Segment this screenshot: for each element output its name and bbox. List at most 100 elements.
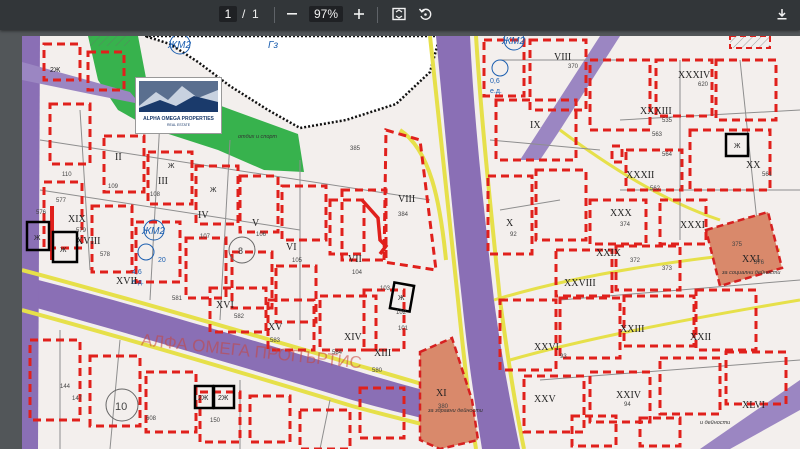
- lot-number: 581: [172, 296, 183, 302]
- density-note: е.д.: [490, 88, 502, 95]
- building-mark: 2Ж: [218, 395, 229, 402]
- lot-number: 107: [200, 234, 211, 240]
- lot-number: 563: [652, 132, 663, 138]
- fit-to-page-button[interactable]: [389, 4, 409, 24]
- lot-circle-number: 8: [238, 246, 243, 256]
- lot-number: 577: [56, 198, 67, 204]
- lot-number: 583: [270, 338, 281, 344]
- block-label: XXVIII: [564, 278, 596, 289]
- page-separator: /: [242, 7, 246, 21]
- block-label: VI: [286, 242, 297, 253]
- block-label: V: [252, 218, 260, 229]
- rotate-icon: [418, 8, 432, 20]
- page-total: 1: [252, 7, 259, 21]
- page-number-input[interactable]: 1: [219, 6, 237, 22]
- lot-number: 92: [510, 232, 517, 238]
- plus-icon: [354, 9, 364, 19]
- block-label: IV: [198, 210, 209, 221]
- block-label: XXVI: [534, 342, 559, 353]
- lot-number: 94: [624, 402, 631, 408]
- lot-number: 608: [146, 416, 157, 422]
- lot-number: 103: [380, 286, 391, 292]
- lot-number: 110: [62, 172, 72, 178]
- block-label: VII: [348, 254, 362, 265]
- zoom-out-button[interactable]: [282, 4, 302, 24]
- lot-number: 147: [72, 396, 83, 402]
- mountain-logo-icon: [139, 81, 218, 112]
- block-label: XXIX: [596, 248, 622, 259]
- lot-circle-number: 10: [115, 401, 127, 413]
- toolbar-divider: [274, 7, 275, 23]
- lot-number: 584: [332, 350, 343, 356]
- block-label: XXV: [534, 394, 556, 405]
- building-mark: Ж: [398, 295, 405, 302]
- block-label: XVI: [216, 300, 234, 311]
- block-label: XVII: [116, 276, 137, 287]
- lot-number: 562: [650, 186, 661, 192]
- building-mark: 2Ж: [198, 395, 209, 402]
- toolbar-divider: [377, 7, 378, 23]
- block-label: XXIII: [620, 324, 644, 335]
- lot-number: 102: [396, 310, 407, 316]
- block-label: X: [506, 218, 514, 229]
- building-mark: Ж: [168, 163, 175, 170]
- building-mark: Ж: [734, 143, 741, 150]
- lot-number: 101: [398, 326, 409, 332]
- lot-number: 620: [698, 82, 709, 88]
- lot-number: 150: [210, 418, 221, 424]
- lot-number: 93: [560, 354, 567, 360]
- lot-number: 376: [754, 260, 765, 266]
- building-mark: Ж: [210, 187, 217, 194]
- block-label: XXII: [690, 332, 711, 343]
- block-label: XIV: [344, 332, 363, 343]
- lot-number: 576: [36, 210, 47, 216]
- download-button[interactable]: [772, 4, 792, 24]
- lot-number: 104: [352, 270, 363, 276]
- block-label: XIX: [68, 214, 87, 225]
- block-label: XXXI: [680, 220, 705, 231]
- block-label: XLVI: [742, 400, 765, 411]
- lot-number: 144: [60, 384, 71, 390]
- density-note: 0,6: [490, 78, 500, 85]
- logo-subtitle: REAL ESTATE: [166, 123, 191, 127]
- lot-number: 564: [662, 152, 673, 158]
- lot-number: 373: [662, 266, 673, 272]
- minus-icon: [287, 13, 297, 15]
- lot-number: 370: [568, 64, 579, 70]
- block-label: XI: [436, 388, 447, 399]
- density-note: 20: [158, 257, 166, 264]
- lot-number: 374: [620, 222, 631, 228]
- zone-label: Гз: [268, 40, 278, 51]
- block-label: XVIII: [76, 236, 100, 247]
- park-note: отдих и спорт: [238, 134, 277, 140]
- block-label: XV: [268, 322, 283, 333]
- lot-number: 580: [372, 368, 383, 374]
- block-label: III: [158, 176, 168, 187]
- lot-purpose-note: за здравни дейности: [427, 407, 483, 414]
- cadastral-map-page[interactable]: АЛФА ОМЕГА ПРОПЪРТИС ЖМ2 ЖМ2 ЖМ2 Гз 0,6 …: [22, 36, 800, 449]
- agency-logo: ALPHA OMEGA PROPERTIES REAL ESTATE: [135, 77, 222, 134]
- block-label: XX: [746, 160, 761, 171]
- lot-number: 109: [108, 184, 119, 190]
- block-label: IX: [530, 120, 541, 131]
- lot-number: 535: [662, 118, 673, 124]
- pdf-toolbar: 1 / 1 97%: [0, 0, 800, 30]
- lot-number: 375: [732, 242, 743, 248]
- density-note: 4,6: [132, 269, 142, 276]
- lot-purpose-note: и дейности: [700, 419, 730, 426]
- building-mark: Ж: [60, 247, 67, 254]
- zoom-in-button[interactable]: [349, 4, 369, 24]
- building-mark: Ж: [34, 235, 41, 242]
- lot-number: 561: [762, 172, 773, 178]
- lot-number: 372: [630, 258, 641, 264]
- zoom-level-input[interactable]: 97%: [309, 6, 343, 22]
- building-mark: 2Ж: [50, 67, 61, 74]
- lot-number: 578: [100, 252, 111, 258]
- block-label: XXXIV: [678, 70, 711, 81]
- rotate-button[interactable]: [415, 4, 435, 24]
- block-label: XXXIII: [640, 106, 672, 117]
- block-label: II: [115, 152, 122, 163]
- block-label: XXX: [610, 208, 632, 219]
- block-label: VIII: [554, 52, 571, 63]
- fit-page-icon: [392, 7, 406, 21]
